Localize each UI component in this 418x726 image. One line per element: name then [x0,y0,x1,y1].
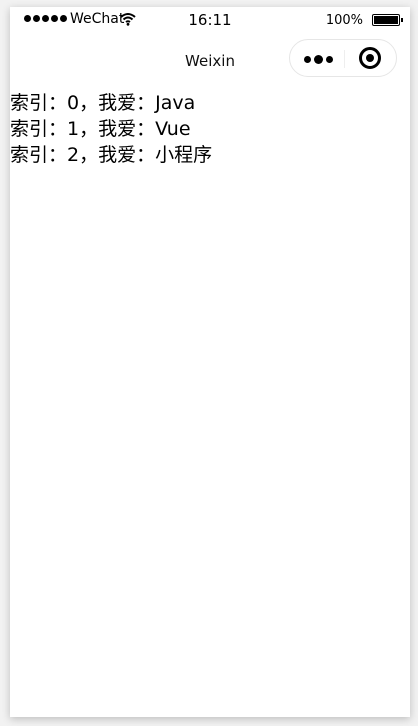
battery-icon [372,14,403,26]
capsule-divider [344,50,345,68]
list-item: 索引：2，我爱：小程序 [10,144,213,166]
battery-percentage: 100% [325,13,363,28]
more-dots-icon[interactable] [304,52,334,66]
status-bar: WeChat 16:11 100% [10,7,410,35]
menu-capsule [289,39,397,77]
phone-screen: WeChat 16:11 100% Weixin 索引：0，我爱：Java 索引… [10,7,410,717]
content-list: 索引：0，我爱：Java 索引：1，我爱：Vue 索引：2，我爱：小程序 [10,90,410,168]
navigation-bar: Weixin [10,35,410,91]
target-close-icon[interactable] [359,47,381,69]
list-item: 索引：0，我爱：Java [10,92,196,114]
list-item: 索引：1，我爱：Vue [10,118,191,140]
